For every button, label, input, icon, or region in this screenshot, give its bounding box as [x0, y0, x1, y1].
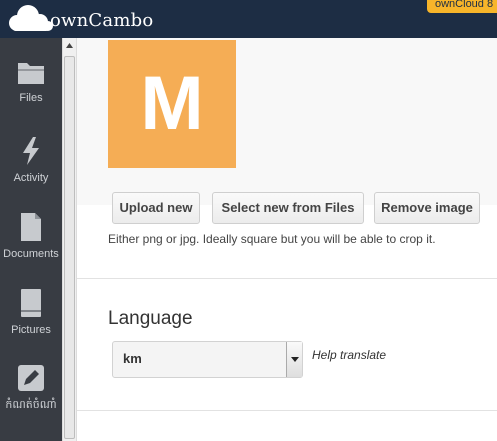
chevron-down-icon[interactable]: [286, 342, 302, 377]
upload-new-button[interactable]: Upload new: [112, 192, 200, 224]
language-section-title: Language: [108, 308, 193, 329]
sidebar-item-label: Files: [19, 92, 43, 104]
sidebar-item-files[interactable]: Files: [0, 60, 62, 104]
profile-picture-hint: Either png or jpg. Ideally square but yo…: [108, 232, 436, 246]
sidebar-item-notes[interactable]: កំណត់ចំណាំ: [0, 364, 62, 414]
sidebar-item-label: Documents: [3, 248, 59, 260]
remove-image-button[interactable]: Remove image: [374, 192, 480, 224]
sidebar-item-pictures[interactable]: Pictures: [0, 288, 62, 336]
personal-settings-content: M Upload new Select new from Files Remov…: [77, 38, 497, 441]
update-notice-badge[interactable]: ownCloud 8: [427, 0, 497, 13]
select-from-files-button[interactable]: Select new from Files: [212, 192, 364, 224]
vertical-scrollbar[interactable]: [62, 38, 77, 441]
pencil-icon: [18, 365, 44, 391]
sidebar-item-documents[interactable]: Documents: [0, 212, 62, 260]
sidebar-item-label: Pictures: [11, 324, 51, 336]
picture-icon: [21, 289, 41, 317]
lightning-icon: [23, 137, 39, 165]
sidebar-item-label: កំណត់ចំណាំ: [5, 399, 57, 411]
document-icon: [21, 213, 41, 241]
avatar: M: [108, 40, 236, 168]
language-select[interactable]: km: [112, 341, 303, 378]
app-name[interactable]: ownCambo: [50, 10, 153, 31]
section-divider: [77, 278, 497, 279]
scroll-up-arrow-icon[interactable]: [63, 38, 76, 53]
help-translate-link[interactable]: Help translate: [312, 348, 386, 362]
top-header: ownCambo ownCloud 8: [0, 0, 497, 38]
profile-picture-section: M: [77, 38, 497, 205]
language-selected-value: km: [123, 351, 142, 366]
owncloud-logo-icon[interactable]: [4, 3, 54, 35]
sidebar-item-activity[interactable]: Activity: [0, 136, 62, 184]
folder-icon: [18, 63, 44, 84]
section-divider: [77, 410, 497, 411]
app-navigation-sidebar: Files Activity Documents Pictures កំណត់ច…: [0, 38, 62, 441]
scrollbar-thumb[interactable]: [64, 56, 75, 439]
sidebar-item-label: Activity: [13, 172, 49, 184]
